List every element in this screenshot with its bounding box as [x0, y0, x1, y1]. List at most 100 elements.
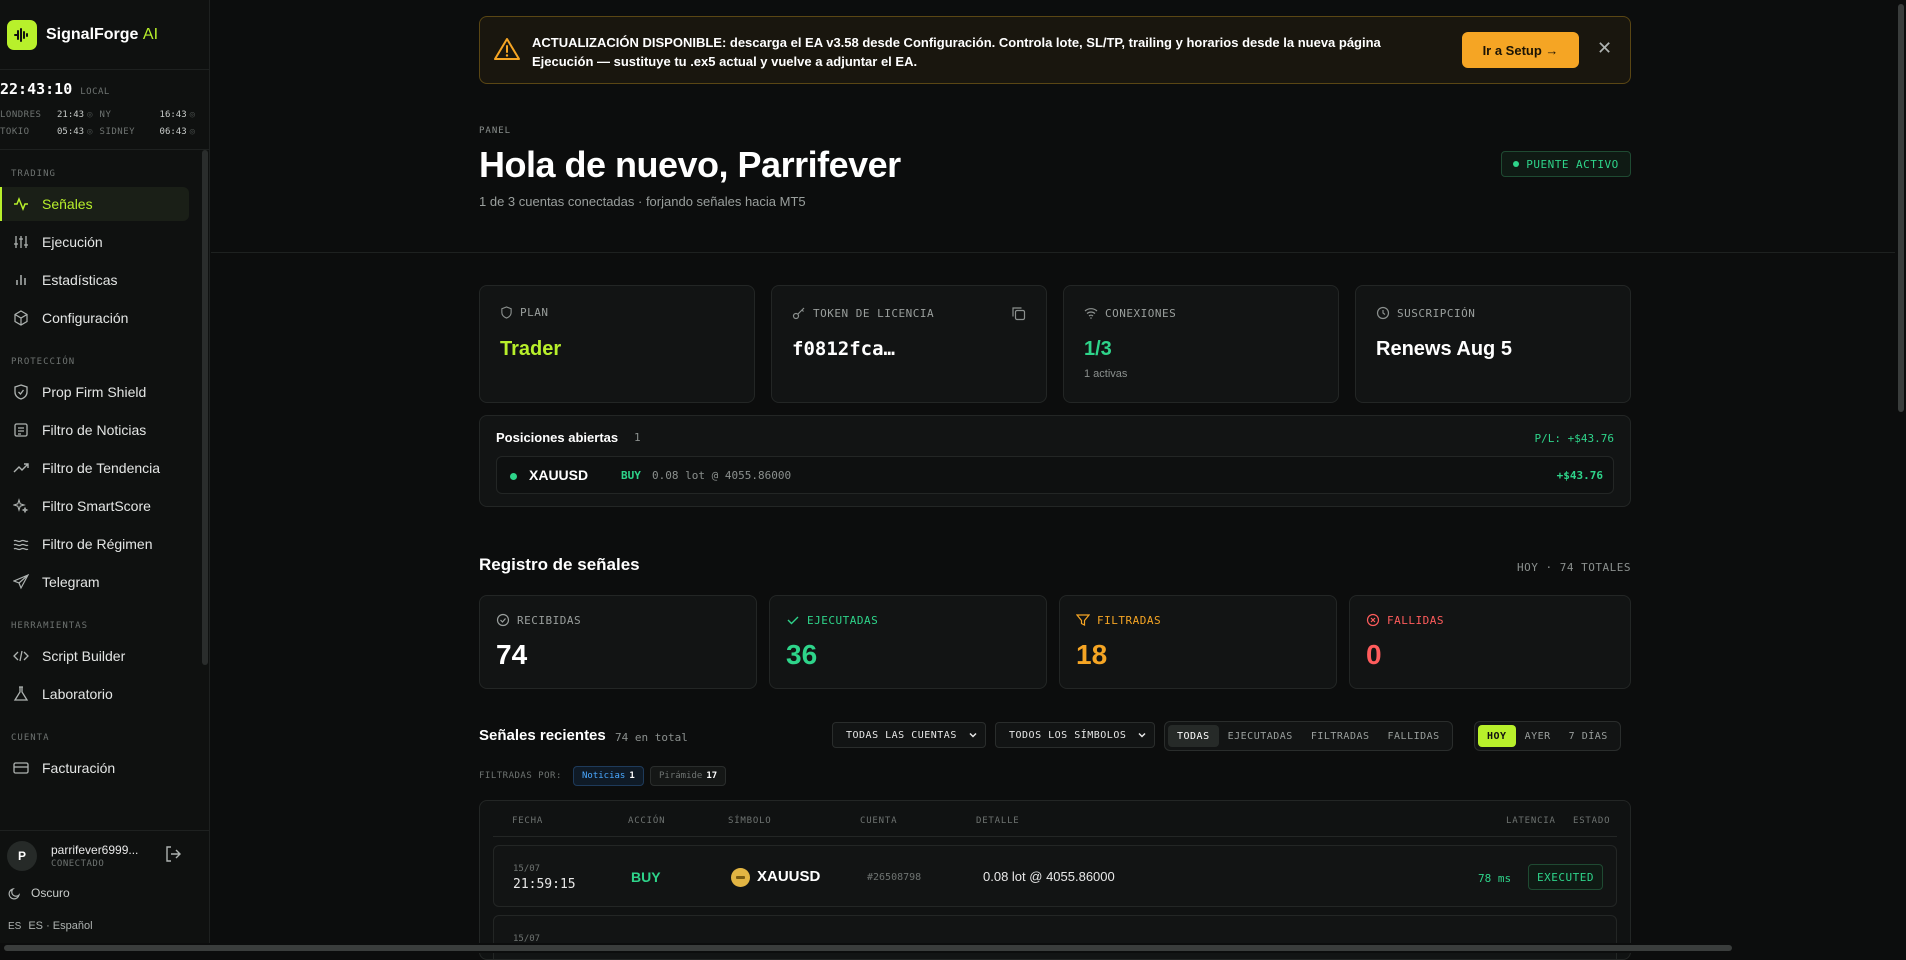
waves-icon	[12, 535, 30, 553]
col-status: ESTADO	[1573, 816, 1611, 826]
trending-up-icon	[12, 459, 30, 477]
check-icon	[786, 613, 800, 627]
sidebar-item-regime-filter[interactable]: Filtro de Régimen	[0, 527, 189, 561]
brand[interactable]: SignalForge AI	[0, 0, 209, 70]
tab-yesterday[interactable]: AYER	[1516, 725, 1560, 747]
key-icon	[792, 306, 806, 320]
sidebar-item-telegram[interactable]: Telegram	[0, 565, 189, 599]
sidebar-item-trend-filter[interactable]: Filtro de Tendencia	[0, 451, 189, 485]
header-divider	[211, 252, 1895, 253]
close-icon[interactable]: ✕	[1597, 38, 1612, 59]
zone-tokyo: TOKIO 05:43 ◎	[0, 126, 93, 137]
tab-today[interactable]: HOY	[1478, 725, 1516, 747]
nav-section-account: CUENTA	[11, 733, 50, 743]
row-date: 15/07	[513, 864, 541, 874]
filtered-value: 18	[1076, 639, 1108, 670]
col-action: ACCIÓN	[628, 816, 666, 826]
activity-icon	[12, 195, 30, 213]
sidebar-item-stats[interactable]: Estadísticas	[0, 263, 189, 297]
col-latency: LATENCIA	[1506, 816, 1556, 826]
status-dot-icon	[510, 473, 517, 480]
x-circle-icon	[1366, 613, 1380, 627]
theme-toggle[interactable]: Oscuro	[8, 886, 70, 900]
user-profile[interactable]: P parrifever6999... CONECTADO	[0, 830, 210, 880]
copy-icon[interactable]	[1011, 306, 1026, 326]
code-icon	[12, 647, 30, 665]
moon-icon	[8, 886, 22, 900]
col-date: FECHA	[512, 816, 544, 826]
page-title: Hola de nuevo, Parrifever	[479, 144, 901, 185]
recent-signals-total: 74 en total	[615, 731, 688, 744]
sidebar-item-lab[interactable]: Laboratorio	[0, 677, 189, 711]
subscription-card: SUSCRIPCIÓN Renews Aug 5	[1355, 285, 1631, 403]
col-account: CUENTA	[860, 816, 898, 826]
sidebar-item-script-builder[interactable]: Script Builder	[0, 639, 189, 673]
license-token-value: f0812fca…	[792, 338, 895, 360]
clock-icon	[1376, 306, 1390, 320]
table-header-divider	[493, 836, 1617, 837]
box-icon	[12, 309, 30, 327]
subscription-value: Renews Aug 5	[1376, 338, 1512, 360]
chevron-down-icon	[1136, 729, 1148, 744]
page-scrollbar-vertical[interactable]	[1896, 0, 1906, 953]
connections-value: 1/3	[1084, 338, 1112, 360]
bridge-status-badge: PUENTE ACTIVO	[1501, 151, 1631, 177]
row-account: #26508798	[867, 872, 922, 883]
executed-value: 36	[786, 639, 818, 670]
sidebar-scrollbar[interactable]	[202, 150, 208, 665]
connections-active: 1 activas	[1084, 368, 1128, 380]
position-side: BUY	[621, 469, 641, 482]
tab-all[interactable]: TODAS	[1168, 725, 1219, 747]
update-banner: ACTUALIZACIÓN DISPONIBLE: descarga el EA…	[479, 16, 1631, 84]
open-positions-panel: Posiciones abiertas 1 P/L: +$43.76 XAUUS…	[479, 415, 1631, 507]
tab-failed[interactable]: FALLIDAS	[1379, 725, 1449, 747]
status-dot-icon	[1513, 161, 1520, 167]
sidebar-item-news-filter[interactable]: Filtro de Noticias	[0, 413, 189, 447]
language-label: ES · Español	[28, 920, 93, 932]
sidebar-item-config[interactable]: Configuración	[0, 301, 189, 335]
sidebar-item-execution[interactable]: Ejecución	[0, 225, 189, 259]
failed-card: FALLIDAS 0	[1349, 595, 1631, 689]
tab-filtered[interactable]: FILTRADAS	[1302, 725, 1379, 747]
nav-section-trading: TRADING	[11, 169, 56, 179]
table-row[interactable]: 15/07 21:59:15 BUY XAUUSD #26508798 0.08…	[493, 845, 1617, 907]
sidebar-item-signals[interactable]: Señales	[0, 187, 189, 221]
chip-news[interactable]: Noticias 1	[573, 766, 644, 786]
language-select[interactable]: ES ES · Español	[8, 920, 93, 932]
newspaper-icon	[12, 421, 30, 439]
signal-log-meta: HOY · 74 TOTALES	[1517, 561, 1631, 574]
open-positions-pl: P/L: +$43.76	[1534, 432, 1614, 445]
row-symbol: XAUUSD	[757, 868, 821, 885]
sparkles-icon	[12, 497, 30, 515]
tab-executed[interactable]: EJECUTADAS	[1219, 725, 1302, 747]
sidebar-item-prop-shield[interactable]: Prop Firm Shield	[0, 375, 189, 409]
symbol-select[interactable]: TODOS LOS SÍMBOLOS	[995, 722, 1155, 748]
shield-check-icon	[12, 383, 30, 401]
bar-chart-icon	[12, 271, 30, 289]
filtered-by-label: FILTRADAS POR:	[479, 771, 562, 781]
account-select[interactable]: TODAS LAS CUENTAS	[832, 722, 986, 748]
go-to-setup-button[interactable]: Ir a Setup →	[1462, 32, 1579, 68]
nav-section-protection: PROTECCIÓN	[11, 357, 76, 367]
filtered-card: FILTRADAS 18	[1059, 595, 1337, 689]
logout-icon[interactable]	[164, 845, 182, 868]
signals-table: FECHA ACCIÓN SÍMBOLO CUENTA DETALLE LATE…	[479, 800, 1631, 960]
page-scrollbar-horizontal[interactable]	[0, 943, 1896, 953]
table-row[interactable]: 15/07	[493, 915, 1617, 959]
shield-icon	[500, 306, 513, 319]
tab-7-days[interactable]: 7 DÍAS	[1560, 725, 1617, 747]
failed-value: 0	[1366, 639, 1382, 670]
chevron-down-icon	[967, 729, 979, 744]
received-value: 74	[496, 639, 528, 670]
chip-pyramid[interactable]: Pirámide 17	[650, 766, 727, 786]
local-time: 22:43:10	[0, 80, 73, 98]
sidebar-item-smartscore-filter[interactable]: Filtro SmartScore	[0, 489, 189, 523]
position-row[interactable]: XAUUSD BUY 0.08 lot @ 4055.86000 +$43.76	[496, 456, 1614, 494]
col-detail: DETALLE	[976, 816, 1020, 826]
sidebar-item-billing[interactable]: Facturación	[0, 751, 189, 785]
row-status-badge: EXECUTED	[1528, 864, 1603, 890]
plan-value: Trader	[500, 338, 562, 360]
row-action: BUY	[631, 869, 661, 885]
sidebar: SignalForge AI 22:43:10 LOCAL LONDRES 21:…	[0, 0, 210, 953]
avatar: P	[7, 840, 37, 871]
